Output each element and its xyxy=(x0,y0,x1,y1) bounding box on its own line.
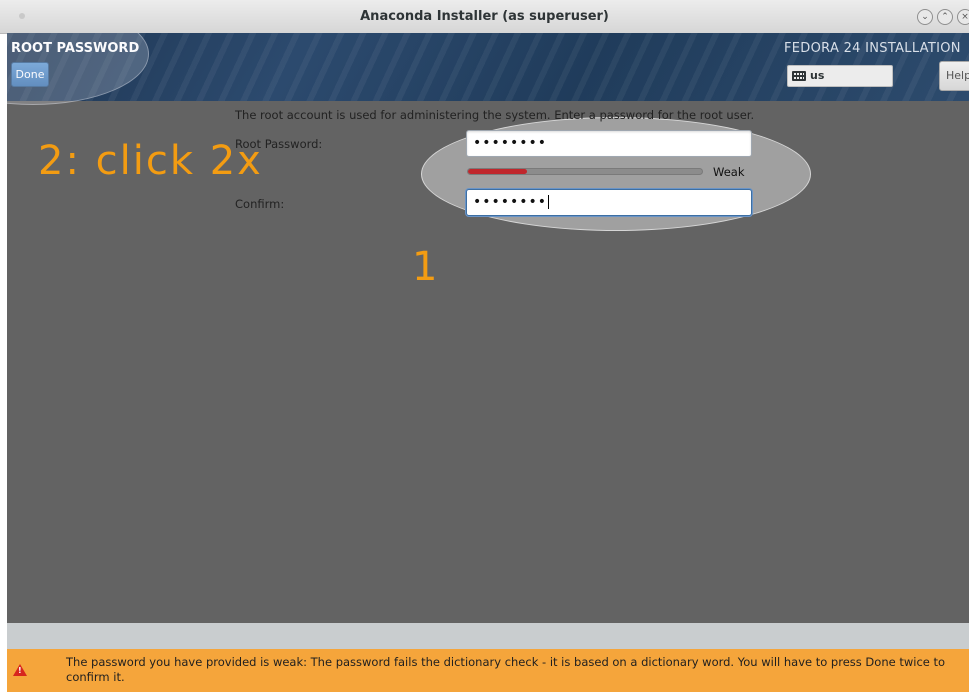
annotation-click-twice: 2: click 2x xyxy=(38,138,263,184)
intro-text: The root account is used for administeri… xyxy=(235,108,755,122)
installer-window: ROOT PASSWORD Done FEDORA 24 INSTALLATIO… xyxy=(7,33,969,692)
keyboard-icon xyxy=(792,71,806,81)
root-password-value: •••••••• xyxy=(473,135,548,151)
help-button[interactable]: Help! xyxy=(939,61,969,91)
password-strength-label: Weak xyxy=(713,165,745,179)
footer-spacer xyxy=(7,623,969,649)
product-title: FEDORA 24 INSTALLATION xyxy=(784,41,961,56)
window-title: Anaconda Installer (as superuser) xyxy=(360,9,609,24)
text-cursor xyxy=(548,195,550,209)
maximize-icon[interactable]: ⌃ xyxy=(937,9,953,25)
password-strength-bar xyxy=(467,168,703,175)
warning-bar[interactable]: ! The password you have provided is weak… xyxy=(7,649,969,692)
minimize-icon[interactable]: ⌄ xyxy=(917,9,933,25)
confirm-password-value: •••••••• xyxy=(473,194,548,210)
window-titlebar: Anaconda Installer (as superuser) ⌄ ⌃ × xyxy=(0,0,969,34)
spoke-header: ROOT PASSWORD Done FEDORA 24 INSTALLATIO… xyxy=(7,33,969,101)
warning-message: The password you have provided is weak: … xyxy=(66,655,946,684)
annotation-step-one: 1 xyxy=(412,244,438,290)
password-strength-fill xyxy=(468,169,527,174)
confirm-label: Confirm: xyxy=(235,197,285,211)
keyboard-layout-indicator[interactable]: us xyxy=(787,65,893,87)
warning-icon: ! xyxy=(13,664,27,676)
root-password-input[interactable]: •••••••• xyxy=(466,130,752,157)
keyboard-layout-label: us xyxy=(810,69,825,82)
close-icon[interactable]: × xyxy=(957,9,969,25)
confirm-password-input[interactable]: •••••••• xyxy=(466,189,752,216)
